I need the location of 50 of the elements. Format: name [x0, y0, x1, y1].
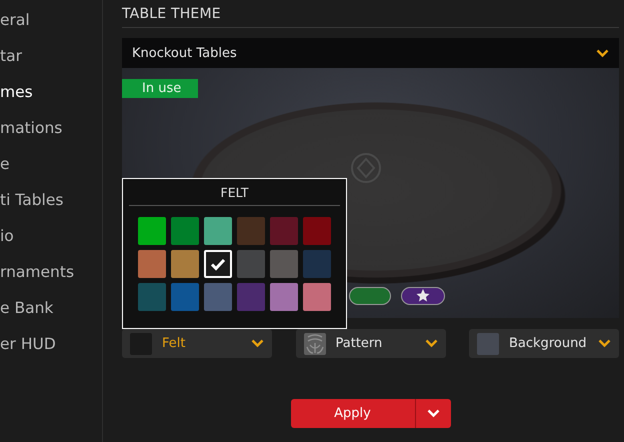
check-icon [210, 258, 226, 270]
sidebar-item[interactable]: tar [0, 44, 102, 80]
color-swatch[interactable] [270, 250, 298, 278]
chevron-down-icon [596, 48, 609, 58]
apply-options-button[interactable] [416, 399, 450, 428]
color-swatch[interactable] [171, 283, 199, 311]
chevron-down-icon [598, 339, 611, 348]
sidebar-item[interactable]: ti Tables [0, 188, 102, 224]
color-swatch[interactable] [270, 217, 298, 245]
dropdown-label: Background [509, 336, 588, 351]
color-swatch[interactable] [303, 250, 331, 278]
theme-dropdown[interactable]: Knockout Tables [122, 38, 619, 68]
sidebar-item[interactable]: mes [0, 80, 102, 116]
color-swatch[interactable] [204, 250, 232, 278]
option-dropdown[interactable]: Felt [122, 329, 272, 358]
sidebar-item[interactable]: rnaments [0, 260, 102, 296]
chevron-down-icon [251, 339, 264, 348]
sidebar-item[interactable]: io [0, 224, 102, 260]
chevron-down-icon [426, 409, 440, 418]
popup-title: FELT [220, 184, 250, 202]
sidebar-item[interactable]: e Bank [0, 296, 102, 332]
logo-icon [351, 153, 381, 183]
option-dropdown[interactable]: Pattern [296, 329, 446, 358]
color-swatch[interactable] [270, 283, 298, 311]
color-swatch[interactable] [138, 283, 166, 311]
chevron-down-icon [424, 339, 438, 348]
color-swatch[interactable] [204, 217, 232, 245]
sidebar-item[interactable]: mations [0, 116, 102, 152]
color-swatch[interactable] [171, 217, 199, 245]
pattern-swatch [304, 332, 326, 354]
color-swatch[interactable] [303, 283, 331, 311]
section-title: TABLE THEME [122, 6, 619, 28]
color-swatch[interactable] [303, 217, 331, 245]
option-dropdown[interactable]: Background [469, 329, 619, 358]
in-use-badge: In use [122, 79, 198, 98]
color-swatch[interactable] [237, 283, 265, 311]
color-swatch[interactable] [138, 250, 166, 278]
color-swatch[interactable] [204, 283, 232, 311]
star-chip-icon [401, 287, 445, 305]
sidebar-item[interactable]: eral [0, 8, 102, 44]
dropdown-label: Pattern [336, 336, 384, 351]
color-swatch[interactable] [138, 217, 166, 245]
color-swatch[interactable] [237, 250, 265, 278]
color-swatch[interactable] [171, 250, 199, 278]
knockout-chip-icon [349, 287, 391, 305]
apply-button[interactable]: Apply [290, 399, 416, 428]
dropdown-label: Felt [162, 336, 186, 351]
sidebar-item[interactable]: e [0, 152, 102, 188]
color-swatch[interactable] [237, 217, 265, 245]
sidebar-item[interactable]: er HUD [0, 332, 102, 368]
